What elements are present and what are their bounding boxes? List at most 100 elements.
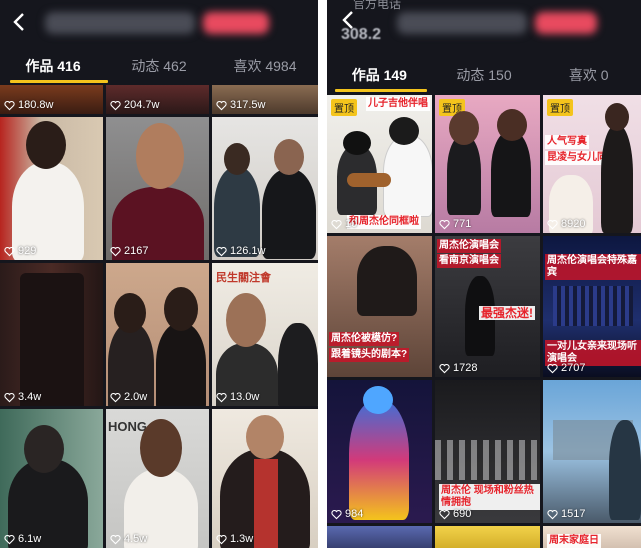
person-head	[605, 103, 629, 131]
person-figure	[278, 323, 318, 406]
person-figure	[357, 246, 417, 316]
back-arrow-icon[interactable]	[10, 10, 30, 34]
video-thumbnail[interactable]: 周杰伦 现场和粉丝热情拥抱 690	[435, 380, 540, 523]
tab-works[interactable]: 作品 149	[327, 62, 432, 92]
person-head	[226, 293, 266, 347]
video-caption: 和周杰伦同框啦	[347, 215, 421, 229]
video-thumbnail[interactable]: 180.8w	[0, 85, 103, 114]
video-caption: 周杰伦演唱会	[437, 239, 501, 253]
heart-icon	[331, 509, 342, 519]
heart-icon	[4, 246, 15, 256]
like-count: 984	[331, 508, 363, 520]
shirt	[254, 459, 278, 548]
tab-likes[interactable]: 喜欢 4984	[212, 53, 318, 83]
heart-icon	[547, 363, 558, 373]
active-tab-indicator	[10, 80, 108, 83]
video-thumbnail[interactable]: 周杰伦演唱会特殊嘉宾 一对儿女亲来现场听演唱会 2707	[543, 236, 641, 377]
like-count: 929	[4, 245, 36, 257]
heart-icon	[547, 509, 558, 519]
video-grid: 置顶 儿子吉他伴唱 和周杰伦同框啦 10 置顶 771 置顶 人气写真 昆凌与女…	[327, 95, 641, 548]
blurred-follow-button	[203, 12, 269, 34]
like-count: 13.0w	[216, 391, 259, 403]
video-thumbnail[interactable]: HONG 4.5w	[106, 409, 209, 548]
background-sign: HONG	[108, 419, 147, 434]
blurred-follow-button	[535, 12, 597, 34]
like-count: 690	[439, 508, 471, 520]
like-count: 6.1w	[4, 533, 41, 545]
heart-icon	[216, 534, 227, 544]
like-count: 2707	[547, 362, 585, 374]
pinned-badge: 置顶	[331, 99, 357, 116]
like-count: 2167	[110, 245, 148, 257]
blurred-username	[45, 12, 195, 34]
person-head	[497, 109, 527, 141]
video-thumbnail[interactable]	[327, 526, 432, 548]
like-count: 1.3w	[216, 533, 253, 545]
video-thumbnail[interactable]: 1517	[543, 380, 641, 523]
video-thumbnail[interactable]: 984	[327, 380, 432, 523]
video-thumbnail[interactable]: 317.5w	[212, 85, 318, 114]
video-thumbnail[interactable]: 周杰伦被模仿? 跟着镜头的剧本?	[327, 236, 432, 377]
person-head	[164, 287, 198, 331]
video-grid: 180.8w 204.7w 317.5w 929 2167 126.1w 3.4…	[0, 85, 318, 548]
heart-icon	[439, 509, 450, 519]
video-caption: 周杰伦被模仿?	[329, 332, 400, 346]
like-count: 771	[439, 218, 471, 230]
peek-label: 官方电话	[353, 0, 402, 11]
video-caption: 周末家庭日	[547, 534, 601, 548]
video-thumbnail[interactable]	[435, 526, 540, 548]
person-head	[343, 131, 371, 155]
heart-icon	[110, 534, 121, 544]
top-bar	[0, 0, 318, 50]
person-head	[136, 123, 184, 189]
person-figure	[447, 135, 481, 215]
tab-works[interactable]: 作品 416	[0, 53, 106, 83]
stage-seats	[553, 286, 633, 326]
heart-icon	[4, 534, 15, 544]
like-count: 4.5w	[110, 533, 147, 545]
video-thumbnail[interactable]: 周杰伦演唱会 看南京演唱会 最强杰迷! 1728	[435, 236, 540, 377]
video-thumbnail[interactable]: 6.1w	[0, 409, 103, 548]
pinned-badge: 置顶	[547, 99, 573, 116]
video-caption: 跟着镜头的剧本?	[329, 348, 410, 362]
person-figure	[214, 167, 260, 257]
video-thumbnail[interactable]: 1.3w	[212, 409, 318, 548]
video-caption: 最强杰迷!	[479, 306, 535, 320]
video-thumbnail[interactable]: 3.4w	[0, 263, 103, 406]
person-head	[140, 419, 182, 477]
tab-posts[interactable]: 动态 462	[106, 53, 212, 83]
like-count: 126.1w	[216, 245, 265, 257]
video-thumbnail[interactable]: 置顶 人气写真 昆凌与女儿同框 8920	[543, 95, 641, 233]
video-thumbnail[interactable]: 置顶 771	[435, 95, 540, 233]
person-figure	[156, 323, 206, 406]
active-tab-indicator	[335, 89, 427, 92]
person-head	[224, 143, 250, 175]
like-count: 180.8w	[4, 99, 53, 111]
like-count: 1517	[547, 508, 585, 520]
person-head	[363, 386, 393, 414]
person-head	[114, 293, 146, 333]
person-head	[389, 117, 419, 145]
person-head	[449, 111, 479, 145]
tab-likes[interactable]: 喜欢 0	[536, 62, 641, 92]
video-thumbnail[interactable]: 置顶 儿子吉他伴唱 和周杰伦同框啦 10	[327, 95, 432, 233]
video-thumbnail[interactable]: 126.1w	[212, 117, 318, 260]
heart-icon	[331, 219, 342, 229]
heart-icon	[216, 100, 227, 110]
video-thumbnail[interactable]: 204.7w	[106, 85, 209, 114]
back-arrow-icon[interactable]	[339, 8, 359, 32]
heart-icon	[439, 363, 450, 373]
video-caption: 儿子吉他伴唱	[366, 97, 430, 111]
like-count: 317.5w	[216, 99, 265, 111]
video-thumbnail[interactable]: 民生關注會 13.0w	[212, 263, 318, 406]
like-count: 8920	[547, 218, 585, 230]
video-thumbnail[interactable]: 929	[0, 117, 103, 260]
tab-posts[interactable]: 动态 150	[432, 62, 537, 92]
video-thumbnail[interactable]: 2.0w	[106, 263, 209, 406]
top-bar: 官方电话 308.2	[327, 0, 641, 50]
video-thumbnail[interactable]: 2167	[106, 117, 209, 260]
person-figure	[20, 273, 84, 406]
like-count: 204.7w	[110, 99, 159, 111]
crowd	[435, 440, 540, 480]
video-thumbnail[interactable]: 周末家庭日	[543, 526, 641, 548]
